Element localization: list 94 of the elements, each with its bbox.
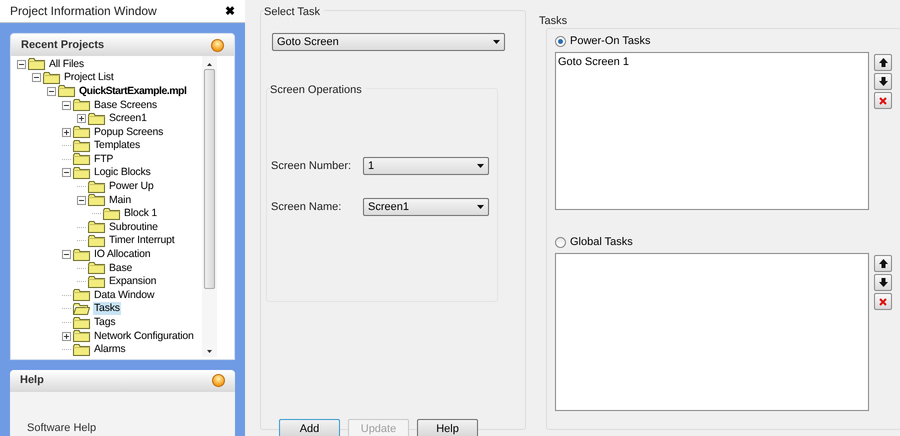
folder-icon bbox=[103, 208, 120, 220]
folder-icon bbox=[73, 316, 90, 329]
folder-icon bbox=[73, 153, 90, 166]
tree-item[interactable]: Base Screens bbox=[93, 98, 158, 112]
tree-item[interactable]: QuickStartExample.mpl bbox=[78, 84, 188, 98]
tree-item[interactable]: FTP bbox=[93, 152, 114, 166]
caret-icon bbox=[477, 205, 484, 209]
tree-item[interactable]: All Files bbox=[48, 58, 85, 71]
tree-item[interactable]: Alarms bbox=[93, 343, 126, 356]
down-arrow-icon bbox=[878, 77, 888, 86]
tree-item[interactable]: Popup Screens bbox=[93, 126, 164, 139]
collapse-button[interactable] bbox=[211, 38, 224, 52]
radio-button[interactable] bbox=[555, 236, 566, 248]
folder-icon bbox=[88, 262, 105, 274]
folder-icon bbox=[88, 221, 105, 234]
tree-item[interactable]: Tags bbox=[93, 316, 116, 330]
folder-icon bbox=[88, 194, 105, 206]
tree-item[interactable]: Network Configuration bbox=[93, 330, 195, 343]
close-icon bbox=[879, 298, 887, 306]
scrollbar-thumb[interactable] bbox=[204, 69, 215, 290]
window-title: Project Information Window bbox=[10, 3, 157, 20]
folder-icon bbox=[73, 344, 90, 356]
minus-icon[interactable] bbox=[62, 250, 71, 260]
list-item[interactable]: Goto Screen 1 bbox=[558, 54, 629, 70]
tree-item[interactable]: Timer Interrupt bbox=[108, 234, 176, 248]
radio-label[interactable]: Power-On Tasks bbox=[570, 32, 650, 50]
move-up-button[interactable] bbox=[874, 255, 892, 272]
panel-title: Help bbox=[20, 373, 44, 388]
close-icon bbox=[879, 96, 887, 104]
panel-title: Recent Projects bbox=[21, 38, 104, 54]
tree-item[interactable]: Base bbox=[108, 262, 134, 275]
folder-icon bbox=[88, 112, 105, 125]
task-dropdown[interactable]: Goto Screen bbox=[272, 33, 505, 51]
group-title: Tasks bbox=[539, 14, 568, 29]
tree-item[interactable]: Data Window bbox=[93, 288, 156, 302]
folder-icon bbox=[73, 126, 90, 138]
move-down-button[interactable] bbox=[874, 274, 892, 291]
minus-icon[interactable] bbox=[62, 100, 71, 110]
scrollbar[interactable] bbox=[202, 56, 217, 356]
folder-icon bbox=[58, 85, 75, 98]
tree-item[interactable]: Expansion bbox=[108, 275, 158, 288]
action-button[interactable]: Help bbox=[417, 419, 478, 436]
folder-icon bbox=[73, 140, 90, 152]
caret-icon bbox=[493, 40, 500, 44]
group-title: Screen Operations bbox=[270, 82, 366, 98]
scroll-up-icon[interactable] bbox=[207, 63, 212, 66]
up-arrow-icon bbox=[878, 259, 888, 268]
folder-icon bbox=[73, 248, 90, 261]
open-folder-icon bbox=[73, 302, 90, 315]
field-label: Screen Number: bbox=[271, 158, 352, 174]
dropdown[interactable]: 1 bbox=[363, 157, 489, 175]
caret-icon bbox=[477, 164, 484, 168]
folder-icon bbox=[43, 72, 60, 84]
action-button[interactable]: Add bbox=[279, 419, 340, 436]
folder-icon bbox=[88, 234, 105, 247]
radio-button[interactable] bbox=[555, 36, 566, 46]
scroll-down-icon[interactable] bbox=[207, 350, 212, 352]
minus-icon[interactable] bbox=[77, 196, 86, 205]
tree-item[interactable]: Power Up bbox=[108, 180, 155, 194]
folder-icon bbox=[73, 99, 90, 112]
tree-item[interactable]: Logic Blocks bbox=[93, 166, 152, 180]
minus-icon[interactable] bbox=[17, 60, 26, 69]
field-label: Screen Name: bbox=[271, 200, 342, 215]
down-arrow-icon bbox=[878, 278, 888, 287]
tree-item[interactable]: Screen1 bbox=[108, 112, 148, 126]
folder-icon bbox=[28, 58, 45, 70]
plus-icon[interactable] bbox=[62, 128, 71, 137]
minus-icon[interactable] bbox=[32, 73, 41, 82]
delete-button[interactable] bbox=[874, 293, 892, 310]
tree-item[interactable]: Tasks bbox=[93, 302, 121, 316]
tree-item[interactable]: Block 1 bbox=[123, 207, 158, 220]
tree-item[interactable]: IO Allocation bbox=[93, 248, 152, 262]
close-button[interactable]: ✖ bbox=[225, 2, 235, 20]
collapse-button[interactable] bbox=[212, 374, 225, 387]
delete-button[interactable] bbox=[874, 92, 892, 109]
folder-icon bbox=[73, 166, 90, 179]
minus-icon[interactable] bbox=[62, 168, 71, 178]
minus-icon[interactable] bbox=[47, 86, 56, 96]
move-up-button[interactable] bbox=[874, 54, 892, 71]
dropdown[interactable]: Screen1 bbox=[363, 198, 489, 216]
plus-icon[interactable] bbox=[62, 332, 71, 341]
tree-item[interactable]: Main bbox=[108, 194, 132, 207]
tree-item[interactable]: Project List bbox=[63, 71, 115, 84]
radio-label[interactable]: Global Tasks bbox=[570, 234, 633, 250]
tree-item[interactable]: Templates bbox=[93, 139, 142, 152]
help-link[interactable]: Software Help bbox=[27, 420, 235, 436]
up-arrow-icon bbox=[878, 58, 888, 67]
tree-item[interactable]: Subroutine bbox=[108, 220, 159, 234]
folder-icon bbox=[88, 276, 105, 288]
folder-icon bbox=[88, 180, 105, 193]
plus-icon[interactable] bbox=[77, 114, 86, 124]
move-down-button[interactable] bbox=[874, 73, 892, 90]
task-list[interactable]: Goto Screen 1 bbox=[555, 52, 869, 210]
folder-icon bbox=[73, 330, 90, 342]
